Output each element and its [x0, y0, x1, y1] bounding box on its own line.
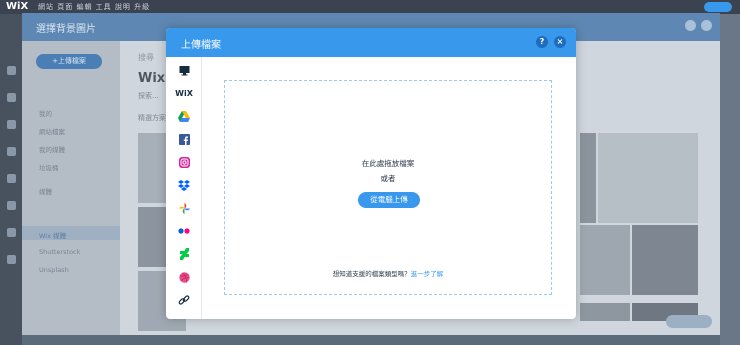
blog-icon[interactable] — [7, 228, 16, 237]
upload-modal-header: 上傳檔案 ? × — [166, 28, 576, 57]
learn-more-link[interactable]: 進一步了解 — [411, 270, 444, 278]
editor-left-toolbar — [0, 14, 22, 345]
editor-right-panel — [720, 14, 740, 345]
sidebar-item-trash[interactable]: 垃圾桶 — [39, 162, 59, 172]
computer-source-icon[interactable] — [170, 60, 198, 80]
editor-menu: 網站 頁面 編輯 工具 說明 升級 — [38, 3, 151, 11]
or-label: 或者 — [380, 174, 396, 183]
background-icon[interactable] — [7, 93, 16, 102]
sidebar-group-media: 媒體 — [39, 188, 52, 196]
media-search-input[interactable]: 搜尋 — [138, 52, 154, 63]
drop-instruction: 在此處拖放檔案 — [361, 159, 415, 168]
sidebar-item-shutterstock[interactable]: Shutterstock — [39, 248, 80, 256]
link-icon[interactable] — [170, 290, 198, 310]
close-icon[interactable]: × — [554, 36, 566, 48]
dropbox-icon[interactable] — [170, 175, 198, 195]
sidebar-item-site-files[interactable]: 網站檔案 — [39, 126, 65, 136]
media-thumbnail[interactable] — [580, 225, 630, 295]
sidebar-group-mine: 我的 — [39, 110, 52, 118]
google-drive-icon[interactable] — [170, 106, 198, 126]
pages-icon[interactable] — [7, 66, 16, 75]
flickr-icon[interactable] — [170, 221, 198, 241]
facebook-icon[interactable] — [170, 129, 198, 149]
upload-source-list: WiX — [166, 57, 202, 319]
media-section-heading: 精選方案 — [138, 114, 166, 122]
text-icon[interactable] — [7, 147, 16, 156]
media-thumbnail[interactable] — [580, 133, 596, 223]
media-manager-title: 選擇背景圖片 — [36, 24, 96, 35]
wix-logo: WiX — [6, 1, 29, 12]
media-section-subtitle: 探索... — [138, 92, 159, 100]
help-icon[interactable]: ? — [536, 36, 548, 48]
media-section-title: Wix — [138, 71, 166, 86]
supported-types-help: 想知道支援的檔案類型嗎？進一步了解 — [225, 268, 551, 278]
add-icon[interactable] — [7, 120, 16, 129]
media-thumbnail[interactable] — [580, 303, 630, 321]
apps-icon[interactable] — [7, 174, 16, 183]
media-thumbnail[interactable] — [632, 225, 698, 295]
choose-image-button[interactable] — [666, 315, 712, 328]
sidebar-item-unsplash[interactable]: Unsplash — [39, 266, 69, 274]
deviantart-icon[interactable] — [170, 244, 198, 264]
google-photos-icon[interactable] — [170, 198, 198, 218]
close-icon[interactable] — [701, 20, 712, 31]
store-icon[interactable] — [7, 255, 16, 264]
upload-media-button[interactable]: +上傳檔案 — [36, 54, 102, 69]
upload-from-computer-button[interactable]: 從電腦上傳 — [358, 192, 420, 208]
help-icon[interactable] — [685, 20, 696, 31]
sidebar-item-my-media[interactable]: 我的媒體 — [39, 144, 65, 154]
help-question-text: 想知道支援的檔案類型嗎？ — [332, 270, 411, 278]
instagram-icon[interactable] — [170, 152, 198, 172]
upload-modal-title: 上傳檔案 — [181, 40, 221, 51]
media-thumbnail[interactable] — [598, 133, 698, 223]
dribbble-icon[interactable] — [170, 267, 198, 287]
media-manager-sidebar: +上傳檔案 我的 網站檔案 我的媒體 垃圾桶 媒體 Wix 媒體 Shutter… — [22, 41, 120, 335]
file-drop-zone[interactable]: 在此處拖放檔案 或者 從電腦上傳 想知道支援的檔案類型嗎？進一步了解 — [224, 80, 552, 295]
editor-publish-button[interactable] — [704, 2, 732, 12]
sidebar-selected-row — [22, 226, 120, 240]
sidebar-item-wix-media[interactable]: Wix 媒體 — [39, 230, 66, 240]
editor-top-bar: WiX 網站 頁面 編輯 工具 說明 升級 — [0, 0, 740, 14]
media-icon[interactable] — [7, 201, 16, 210]
upload-modal: 上傳檔案 ? × WiX 在此處拖放檔案 或者 從電腦上傳 想知道支援的檔案類型… — [166, 28, 576, 319]
wix-source-icon[interactable]: WiX — [170, 83, 198, 103]
